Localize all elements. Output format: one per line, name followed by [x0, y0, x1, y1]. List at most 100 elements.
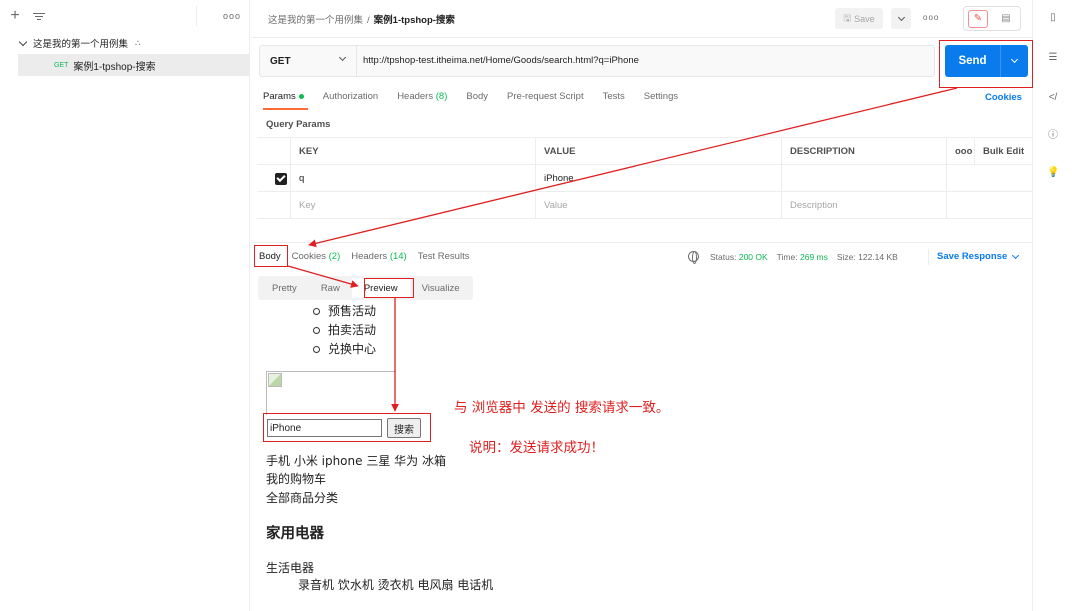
save-button[interactable]: 🖫 Save: [835, 8, 883, 29]
table-row: q iPhone: [257, 165, 1033, 192]
panel-divider[interactable]: [251, 242, 1032, 243]
table-row-empty: Key Value Description: [257, 192, 1033, 219]
lightbulb-icon[interactable]: 💡: [1047, 167, 1059, 179]
new-collection-button[interactable]: +: [8, 7, 22, 25]
tab-test-results[interactable]: Test Results: [418, 251, 470, 262]
breadcrumb: 这是我的第一个用例集 / 案例1-tpshop-搜索: [268, 12, 455, 26]
save-response-label: Save Response: [937, 251, 1008, 262]
comments-icon[interactable]: ☰: [1047, 52, 1059, 64]
list-item[interactable]: 兑换中心: [313, 340, 376, 359]
active-tab-indicator: [263, 108, 308, 110]
param-description-input[interactable]: [781, 165, 946, 192]
param-key-input[interactable]: q: [290, 165, 535, 192]
size-value: 122.14 KB: [858, 251, 898, 262]
tab-params-label: Params: [263, 91, 296, 102]
time-info[interactable]: Time: 269 ms: [777, 252, 828, 262]
save-icon: 🖫: [843, 12, 852, 23]
main-panel: 这是我的第一个用例集 / 案例1-tpshop-搜索 🖫 Save ooo ✎ ▤ …: [251, 0, 1034, 611]
save-label: Save: [854, 13, 875, 24]
row-checkbox-cell: [257, 165, 290, 192]
annotation-success-note: 说明：发送请求成功！: [469, 440, 604, 456]
tab-pre-request-script[interactable]: Pre-request Script: [507, 91, 584, 107]
time-label: Time:: [776, 251, 798, 262]
tab-params[interactable]: Params: [263, 91, 304, 107]
breadcrumb-separator: /: [367, 15, 370, 26]
info-icon[interactable]: ⓘ: [1047, 130, 1059, 142]
filter-icon[interactable]: [32, 12, 46, 20]
sidebar-request-item[interactable]: GET 案例1-tpshop-搜索: [18, 54, 249, 76]
more-options-icon[interactable]: ooo: [923, 13, 939, 22]
preview-activity-list: 预售活动 拍卖活动 兑换中心: [313, 302, 376, 359]
collection-item[interactable]: 这是我的第一个用例集 ⛬: [0, 32, 249, 54]
tab-tests[interactable]: Tests: [603, 91, 625, 107]
save-dropdown-button[interactable]: [891, 8, 911, 29]
new-key-input[interactable]: Key: [290, 192, 535, 219]
save-response-button[interactable]: Save Response: [937, 251, 1020, 262]
tab-headers-count: (8): [435, 91, 448, 102]
subcategory-items[interactable]: 录音机 饮水机 烫衣机 电风扇 电话机: [298, 576, 493, 593]
cart-link[interactable]: 我的购物车: [266, 470, 326, 487]
chevron-down-icon: [897, 13, 905, 21]
send-highlight-box: [939, 40, 1033, 88]
query-params-label: Query Params: [266, 119, 331, 130]
hot-search-words[interactable]: 手机 小米 iphone 三星 华为 冰箱: [266, 452, 446, 469]
annotation-consistent-note: 与 浏览器中 发送的 搜索请求一致。: [454, 400, 670, 416]
tab-headers[interactable]: Headers (8): [397, 91, 447, 107]
view-raw[interactable]: Raw: [309, 278, 352, 298]
request-tabs: Params Authorization Headers (8) Body Pr…: [263, 91, 678, 107]
all-categories[interactable]: 全部商品分类: [266, 489, 338, 506]
subcategory-title[interactable]: 生活电器: [266, 559, 314, 576]
code-icon[interactable]: </: [1047, 92, 1059, 104]
edit-pencil-icon[interactable]: ✎: [968, 9, 988, 28]
tab-resp-headers-count: (14): [389, 251, 407, 262]
response-meta: Status: 200 OK Time: 269 ms Size: 122.14…: [688, 251, 898, 264]
new-value-input[interactable]: Value: [535, 192, 781, 219]
collection-name: 这是我的第一个用例集: [33, 39, 129, 50]
url-input[interactable]: http://tpshop-test.itheima.net/Home/Good…: [363, 55, 639, 66]
tab-response-headers[interactable]: Headers (14): [351, 251, 406, 262]
new-description-input[interactable]: Description: [781, 192, 946, 219]
header-key: KEY: [290, 138, 535, 165]
globe-icon[interactable]: [688, 251, 699, 264]
chevron-down-icon: [1012, 251, 1020, 259]
bulk-edit-button[interactable]: Bulk Edit: [974, 138, 1034, 165]
more-options-icon[interactable]: ooo: [223, 11, 241, 21]
documentation-icon[interactable]: ▯: [1047, 12, 1059, 24]
status-info[interactable]: Status: 200 OK: [710, 252, 768, 262]
size-info[interactable]: Size: 122.14 KB: [837, 252, 898, 262]
param-value-input[interactable]: iPhone: [535, 165, 781, 192]
search-form-highlight-box: [263, 413, 431, 442]
url-bar: GET http://tpshop-test.itheima.net/Home/…: [259, 45, 935, 77]
chevron-down-icon[interactable]: [18, 37, 28, 46]
empty-cell: [946, 165, 974, 192]
sidebar-toolbar: + ooo: [0, 0, 249, 32]
status-value: 200 OK: [738, 251, 768, 262]
view-visualize[interactable]: Visualize: [410, 278, 472, 298]
params-more-icon[interactable]: ooo: [946, 138, 974, 165]
view-pretty[interactable]: Pretty: [260, 278, 309, 298]
comment-icon[interactable]: ▤: [996, 10, 1016, 28]
param-checkbox[interactable]: [275, 172, 287, 185]
breadcrumb-collection[interactable]: 这是我的第一个用例集: [268, 15, 363, 26]
tab-settings[interactable]: Settings: [644, 91, 678, 107]
tab-authorization[interactable]: Authorization: [323, 91, 378, 107]
sidebar-search-input[interactable]: [196, 6, 213, 26]
request-header: 这是我的第一个用例集 / 案例1-tpshop-搜索 🖫 Save ooo ✎ ▤: [251, 0, 1032, 38]
request-method-badge: GET: [54, 61, 69, 69]
params-active-dot: [298, 93, 304, 99]
breadcrumb-request[interactable]: 案例1-tpshop-搜索: [374, 15, 455, 26]
list-item[interactable]: 拍卖活动: [313, 321, 376, 340]
list-item[interactable]: 预售活动: [313, 302, 376, 321]
response-tabs: Body Cookies (2) Headers (14) Test Resul…: [259, 251, 469, 262]
tab-response-cookies[interactable]: Cookies (2): [292, 251, 341, 262]
cookies-link[interactable]: Cookies: [985, 92, 1022, 103]
row-checkbox-cell: [257, 192, 290, 219]
tab-cookies-count: (2): [328, 251, 341, 262]
body-tab-highlight-box: [254, 245, 288, 267]
header-description: DESCRIPTION: [781, 138, 946, 165]
method-select[interactable]: GET: [260, 46, 357, 76]
tab-body[interactable]: Body: [466, 91, 488, 107]
time-value: 269 ms: [799, 251, 828, 262]
size-label: Size:: [836, 251, 856, 262]
preview-tab-highlight-box: [364, 278, 414, 298]
